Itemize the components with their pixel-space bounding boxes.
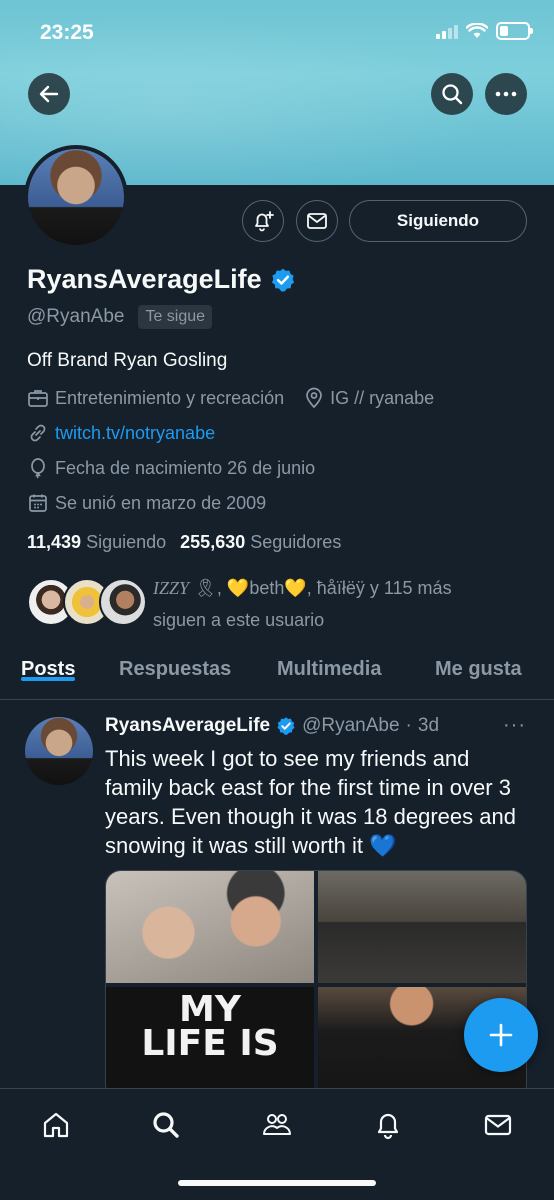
shirt-text: MY LIFE IS xyxy=(141,989,279,1064)
calendar-icon xyxy=(29,494,47,512)
tweet-photo-3[interactable]: MY LIFE IS xyxy=(106,987,314,1099)
birthday-row: Fecha de nacimiento 26 de junio xyxy=(27,457,315,479)
search-icon xyxy=(442,84,463,105)
verified-badge-icon[interactable] xyxy=(270,267,296,293)
followed-by-line2: siguen a este usuario xyxy=(153,610,325,630)
tweet-separator: · xyxy=(405,715,412,736)
followed-by-avatars[interactable] xyxy=(27,578,147,628)
arrow-left-icon xyxy=(39,85,59,103)
battery-icon xyxy=(496,22,533,40)
follower-name-2: 💛beth💛 xyxy=(226,578,307,598)
follower-name-1: IZZY xyxy=(153,578,190,598)
website-link[interactable]: twitch.tv/notryanabe xyxy=(55,423,215,444)
follow-counts: 11,439 Siguiendo 255,630 Seguidores xyxy=(27,532,341,553)
compose-button[interactable] xyxy=(464,998,538,1072)
following-count-link[interactable]: 11,439 Siguiendo xyxy=(27,532,166,553)
tweet-header: RyansAverageLife @RyanAbe · 3d xyxy=(105,715,535,737)
followers-label: Seguidores xyxy=(250,532,342,552)
tab-likes[interactable]: Me gusta xyxy=(435,644,522,681)
search-button[interactable] xyxy=(431,73,473,115)
joined-text: Se unió en marzo de 2009 xyxy=(55,492,267,513)
nav-home[interactable] xyxy=(36,1105,76,1145)
location-text: IG // ryanabe xyxy=(330,387,435,408)
ribbon-emoji: 🎗 xyxy=(194,578,217,598)
profile-avatar[interactable] xyxy=(24,145,128,249)
joined-row: Se unió en marzo de 2009 xyxy=(27,492,266,514)
followers-count: 255,630 xyxy=(180,532,246,552)
category-row: Entretenimiento y recreación IG // ryana… xyxy=(27,387,434,409)
wifi-icon xyxy=(466,23,488,38)
tweet-handle: @RyanAbe xyxy=(302,715,400,736)
followed-by-text[interactable]: IZZY 🎗, 💛beth💛, ħåïłëÿ y 115 más siguen … xyxy=(153,572,523,636)
plus-icon xyxy=(489,1023,513,1047)
search-icon xyxy=(153,1112,179,1138)
verified-badge-icon xyxy=(277,717,295,735)
bio: Off Brand Ryan Gosling xyxy=(27,350,228,371)
link-icon xyxy=(30,424,46,442)
handle: @RyanAbe xyxy=(27,306,125,327)
tab-media[interactable]: Multimedia xyxy=(277,644,381,681)
profile-tabs: Posts Respuestas Multimedia Me gusta xyxy=(0,644,554,700)
back-button[interactable] xyxy=(28,73,70,115)
handle-row: @RyanAbe Te sigue xyxy=(27,305,213,329)
bell-icon xyxy=(377,1113,399,1140)
birthday-text: Fecha de nacimiento 26 de junio xyxy=(55,457,316,478)
tweet-text: This week I got to see my friends and fa… xyxy=(105,746,516,858)
status-icons xyxy=(436,22,533,40)
tab-posts[interactable]: Posts xyxy=(21,644,76,681)
followed-by-suffix: y 115 más xyxy=(369,578,452,598)
display-name: RyansAverageLife xyxy=(27,264,262,294)
location-icon xyxy=(306,387,322,409)
display-name-row: RyansAverageLife xyxy=(27,264,296,295)
nav-search[interactable] xyxy=(146,1105,186,1145)
communities-icon xyxy=(263,1114,291,1135)
tweet-more-button[interactable]: ··· xyxy=(503,714,526,737)
follower-avatar xyxy=(99,578,147,626)
envelope-icon xyxy=(484,1114,512,1136)
envelope-icon xyxy=(307,213,327,229)
signal-icon xyxy=(436,23,458,39)
tab-replies[interactable]: Respuestas xyxy=(119,644,231,681)
more-button[interactable] xyxy=(485,73,527,115)
home-icon xyxy=(43,1112,69,1138)
tweet-photo-1[interactable] xyxy=(106,871,314,983)
following-button[interactable]: Siguiendo xyxy=(349,200,527,242)
following-count: 11,439 xyxy=(27,532,82,552)
follows-you-badge: Te sigue xyxy=(138,305,213,329)
home-indicator[interactable] xyxy=(178,1180,376,1186)
nav-notifications[interactable] xyxy=(368,1105,408,1145)
tweet-photo-2[interactable] xyxy=(318,871,526,983)
nav-messages[interactable] xyxy=(478,1105,518,1145)
status-time: 23:25 xyxy=(40,21,94,44)
briefcase-icon xyxy=(28,390,48,407)
notify-button[interactable] xyxy=(242,200,284,242)
website-row: twitch.tv/notryanabe xyxy=(27,422,215,444)
nav-communities[interactable] xyxy=(257,1105,297,1145)
more-icon xyxy=(495,91,517,97)
tweet-author[interactable]: RyansAverageLife xyxy=(105,715,270,737)
tweet-avatar[interactable] xyxy=(25,717,93,785)
tweet-media-grid: MY LIFE IS xyxy=(105,870,527,1100)
following-label: Siguiendo xyxy=(86,532,167,552)
category-text: Entretenimiento y recreación xyxy=(55,387,285,408)
balloon-icon xyxy=(31,458,45,479)
follower-name-3: ħåïłëÿ xyxy=(316,578,365,598)
tweet-age: 3d xyxy=(417,715,440,736)
bell-plus-icon xyxy=(255,211,274,232)
message-button[interactable] xyxy=(296,200,338,242)
followers-count-link[interactable]: 255,630 Seguidores xyxy=(180,532,341,553)
